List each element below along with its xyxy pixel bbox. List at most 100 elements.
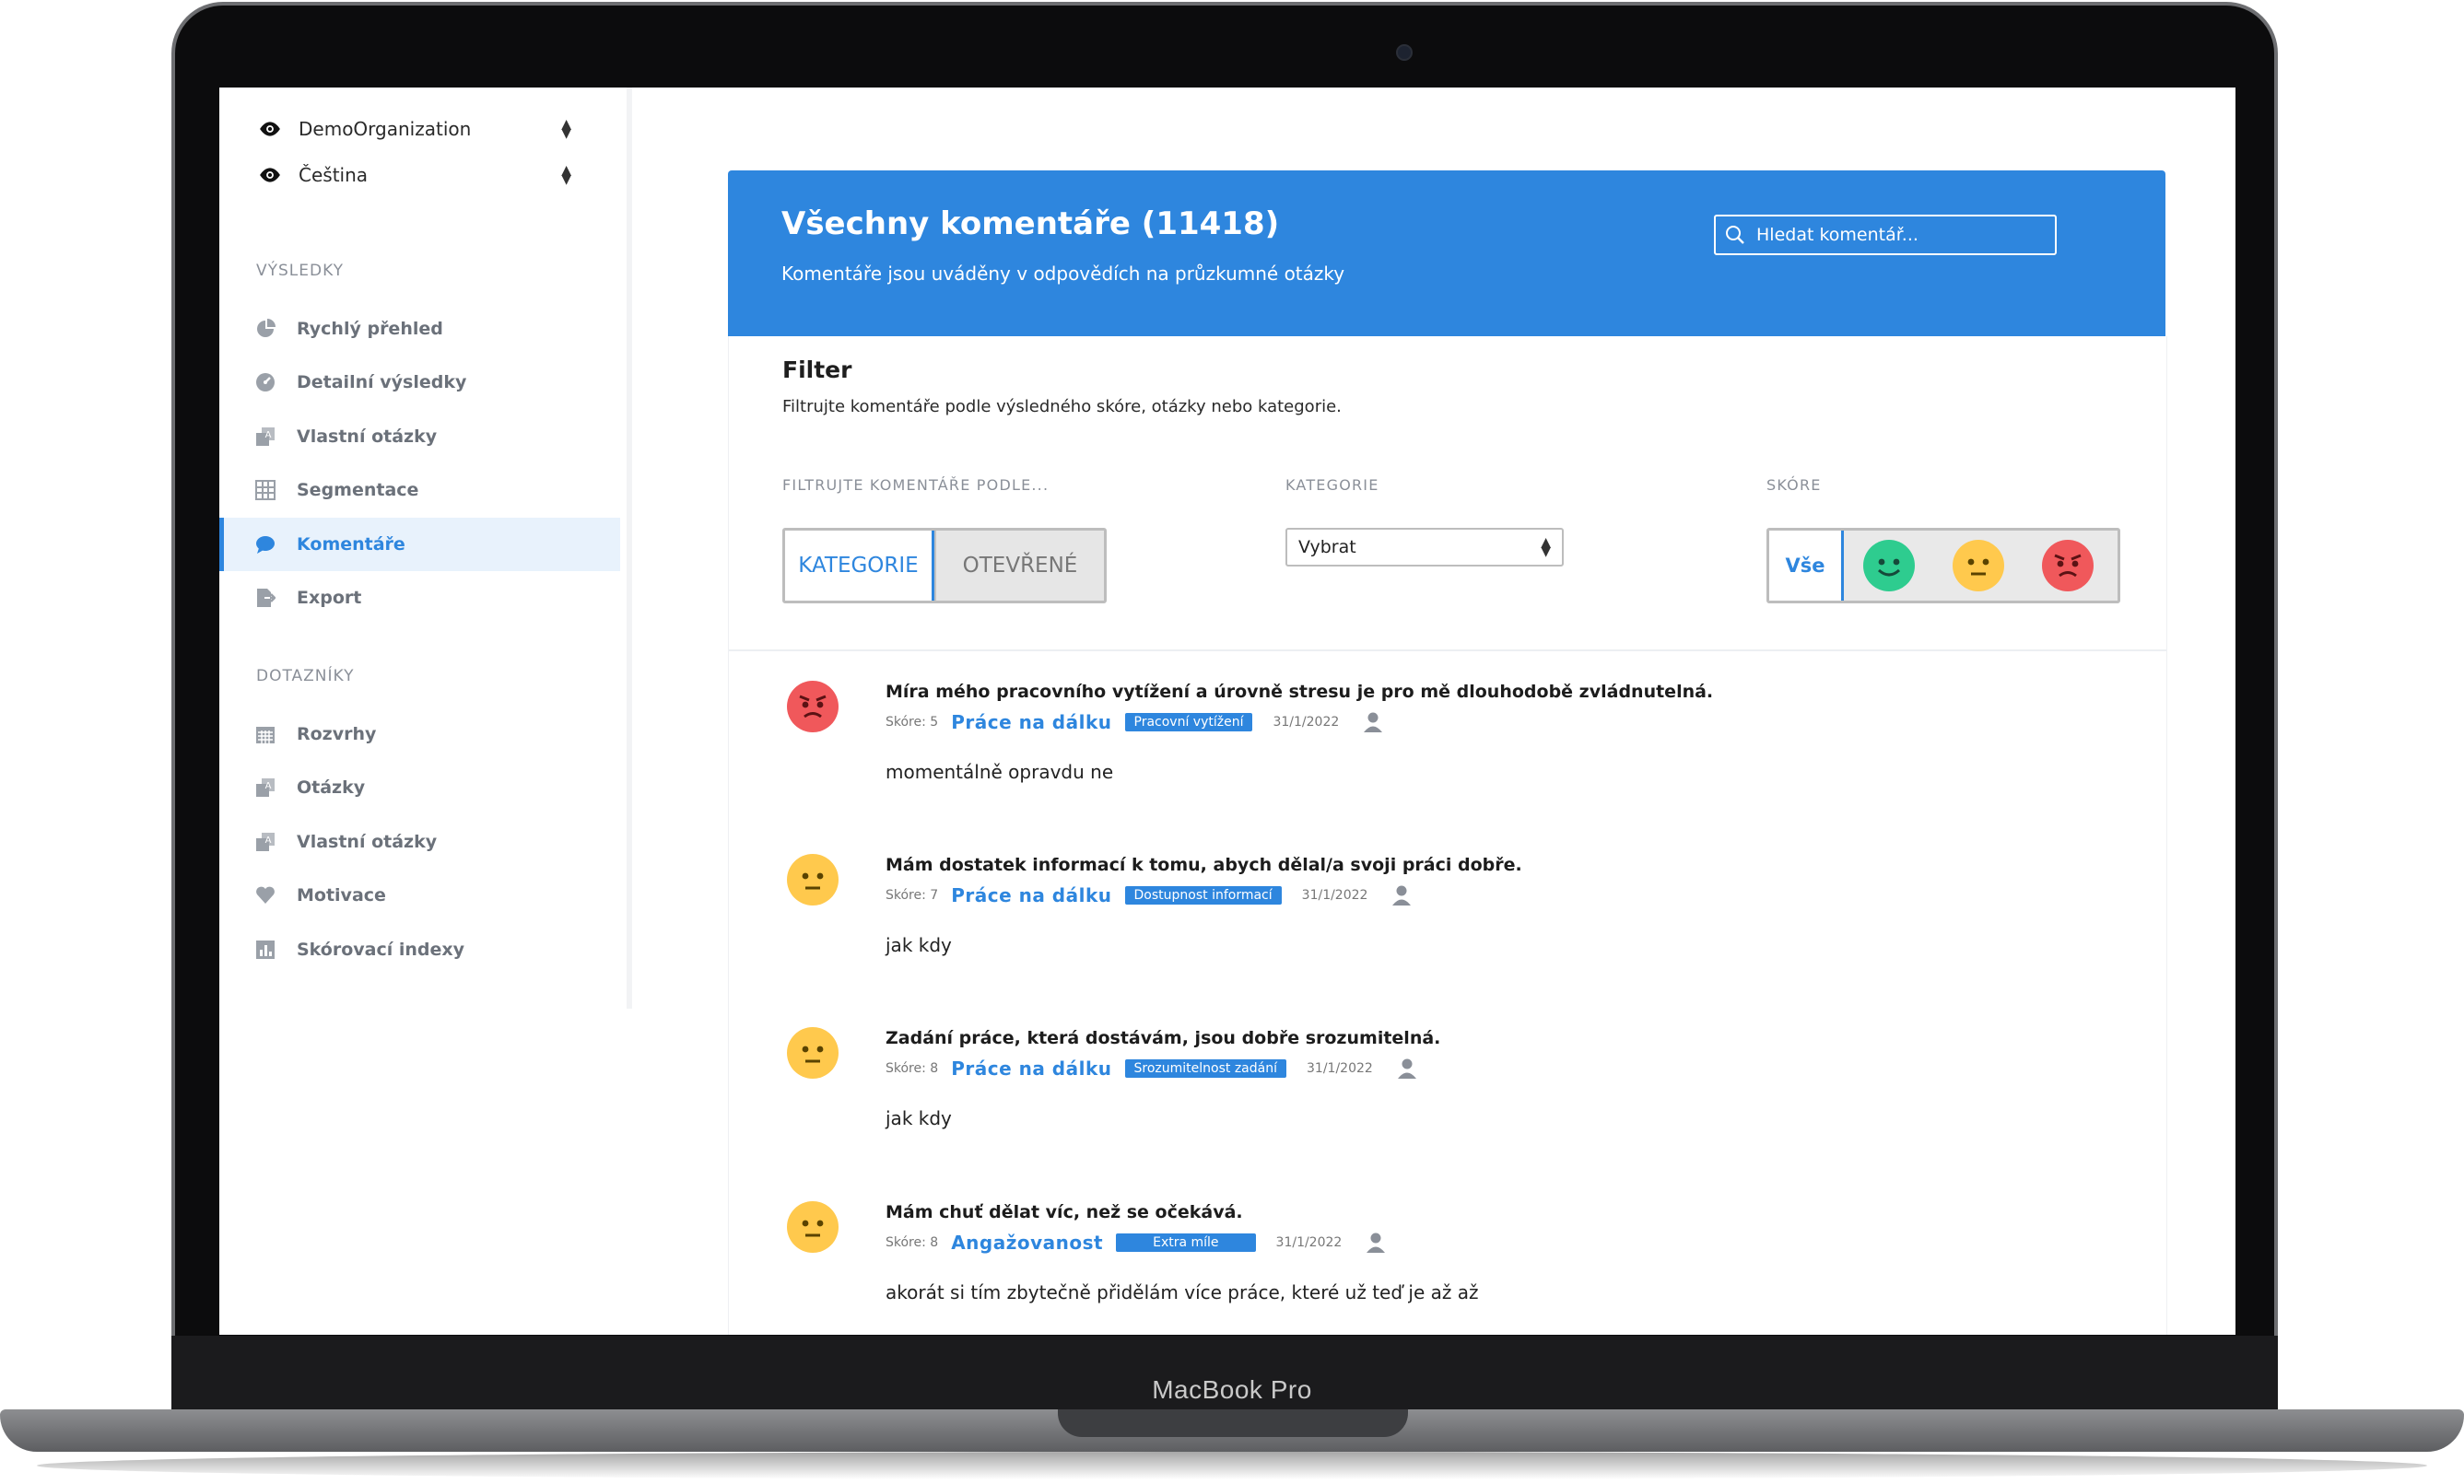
sidebar-item-segmentation[interactable]: Segmentace bbox=[219, 463, 616, 517]
app-screen: DemoOrganization ▲ ▼ Čeština ▲ ▼ VÝSLEDKY … bbox=[219, 88, 2235, 1335]
sidebar-item-schedules[interactable]: Rozvrhy bbox=[219, 707, 616, 761]
laptop-shadow bbox=[37, 1452, 2427, 1479]
category-select-value: Vybrat bbox=[1298, 537, 1356, 557]
gauge-icon bbox=[254, 371, 276, 393]
comment-question: Zadání práce, která dostávám, jsou dobře… bbox=[886, 1028, 1441, 1048]
filter-by-open-button[interactable]: OTEVŘENÉ bbox=[934, 531, 1104, 601]
comment-tag[interactable]: Srozumitelnost zadání bbox=[1124, 1059, 1286, 1078]
page-subtitle: Komentáře jsou uváděny v odpovědích na p… bbox=[781, 263, 1345, 285]
sidebar-item-label: Rychlý přehled bbox=[297, 319, 443, 339]
comment-score: Skóre: 7 bbox=[886, 888, 939, 903]
category-label: KATEGORIE bbox=[1285, 476, 1379, 494]
sidebar-item-export[interactable]: Export bbox=[219, 571, 616, 625]
sidebar-item-label: Detailní výsledky bbox=[297, 372, 467, 392]
comment-tag[interactable]: Pracovní vytížení bbox=[1124, 713, 1253, 731]
sidebar-item-label: Rozvrhy bbox=[297, 724, 377, 744]
org-switcher[interactable]: DemoOrganization ▲ ▼ bbox=[258, 117, 571, 141]
sidebar-item-scoring-indexes[interactable]: Skórovací indexy bbox=[219, 923, 616, 976]
comments-panel: Filter Filtrujte komentáře podle výsledn… bbox=[728, 336, 2167, 1335]
search-input[interactable] bbox=[1754, 224, 2035, 246]
comment-meta: Skóre: 8 Angažovanost Extra míle 31/1/20… bbox=[886, 1232, 1386, 1254]
sidebar-item-quick-overview[interactable]: Rychlý přehled bbox=[219, 302, 616, 356]
comment-question: Míra mého pracovního vytížení a úrovně s… bbox=[886, 682, 1714, 702]
filter-title: Filter bbox=[782, 356, 852, 383]
comment-tag[interactable]: Dostupnost informací bbox=[1124, 886, 1282, 905]
comment-date: 31/1/2022 bbox=[1275, 1235, 1343, 1250]
sidebar-item-label: Export bbox=[297, 588, 362, 608]
heart-icon bbox=[254, 884, 276, 906]
neutral-face-icon bbox=[1952, 540, 2004, 591]
comment-meta: Skóre: 8 Práce na dálku Srozumitelnost z… bbox=[886, 1057, 1417, 1080]
sort-updown-icon: ▲ ▼ bbox=[1541, 535, 1551, 559]
comment-category-link[interactable]: Angažovanost bbox=[951, 1232, 1103, 1254]
export-icon bbox=[254, 587, 276, 609]
page-title: Všechny komentáře (11418) bbox=[781, 205, 1280, 242]
filter-by-category-button[interactable]: KATEGORIE bbox=[785, 531, 934, 601]
sidebar-item-comments[interactable]: Komentáře bbox=[219, 518, 620, 571]
neutral-face-icon bbox=[787, 854, 839, 906]
bar-chart-icon bbox=[254, 939, 276, 961]
score-angry-button[interactable] bbox=[2023, 531, 2112, 601]
svg-text:A: A bbox=[265, 835, 272, 846]
eye-icon bbox=[260, 168, 280, 182]
category-select[interactable]: Vybrat ▲ ▼ bbox=[1285, 528, 1564, 567]
comment-icon bbox=[254, 533, 276, 555]
pie-chart-icon bbox=[254, 318, 276, 340]
sidebar-item-label: Komentáře bbox=[297, 534, 405, 555]
comment-category-link[interactable]: Práce na dálku bbox=[951, 1057, 1111, 1080]
filter-subtitle: Filtrujte komentáře podle výsledného skó… bbox=[782, 397, 1342, 416]
happy-face-icon bbox=[1862, 540, 1915, 591]
language-name: Čeština bbox=[299, 164, 369, 186]
comments-header: Všechny komentáře (11418) Komentáře jsou… bbox=[728, 170, 2165, 336]
sidebar-item-custom-questions-2[interactable]: A Vlastní otázky bbox=[219, 815, 616, 869]
score-neutral-button[interactable] bbox=[1933, 531, 2023, 601]
comment-text: jak kdy bbox=[886, 934, 952, 956]
sidebar-item-custom-questions[interactable]: A Vlastní otázky bbox=[219, 410, 616, 463]
sidebar-item-detailed-results[interactable]: Detailní výsledky bbox=[219, 356, 616, 409]
comment-category-link[interactable]: Práce na dálku bbox=[951, 884, 1111, 906]
sidebar-item-label: Otázky bbox=[297, 777, 366, 798]
neutral-face-icon bbox=[787, 1027, 839, 1079]
sidebar-item-label: Skórovací indexy bbox=[297, 940, 465, 960]
user-icon bbox=[1397, 1058, 1416, 1079]
laptop-notch bbox=[1058, 1409, 1408, 1437]
device-brand-label: MacBook Pro bbox=[1152, 1375, 1312, 1404]
score-happy-button[interactable] bbox=[1844, 531, 1933, 601]
angry-face-icon bbox=[787, 681, 839, 732]
search-icon bbox=[1726, 226, 1744, 244]
comment-score: Skóre: 8 bbox=[886, 1235, 939, 1250]
search-box[interactable] bbox=[1714, 215, 2057, 255]
comment-date: 31/1/2022 bbox=[1301, 888, 1368, 903]
sidebar-item-questions[interactable]: A Otázky bbox=[219, 761, 616, 814]
question-icon: A bbox=[254, 777, 276, 799]
filter-by-label: FILTRUJTE KOMENTÁŘE PODLE... bbox=[782, 476, 1050, 494]
comment-date: 31/1/2022 bbox=[1273, 715, 1340, 730]
section-title-questionnaires: DOTAZNÍKY bbox=[256, 667, 355, 685]
language-switcher[interactable]: Čeština ▲ ▼ bbox=[258, 163, 571, 187]
score-label: SKÓRE bbox=[1766, 476, 1822, 494]
comment-meta: Skóre: 7 Práce na dálku Dostupnost infor… bbox=[886, 884, 1412, 906]
sidebar-item-label: Segmentace bbox=[297, 480, 419, 500]
sidebar-item-label: Vlastní otázky bbox=[297, 832, 438, 852]
comment-meta: Skóre: 5 Práce na dálku Pracovní vytížen… bbox=[886, 711, 1383, 733]
sort-updown-icon: ▲ ▼ bbox=[561, 163, 571, 187]
section-title-results: VÝSLEDKY bbox=[256, 262, 345, 280]
sidebar-item-label: Motivace bbox=[297, 885, 386, 906]
comment-text: akorát si tím zbytečně přidělám více prá… bbox=[886, 1281, 1479, 1303]
score-filter: Vše bbox=[1766, 528, 2120, 603]
camera-icon bbox=[1396, 44, 1413, 61]
angry-face-icon bbox=[2041, 540, 2094, 591]
grid-icon bbox=[254, 479, 276, 501]
comment-category-link[interactable]: Práce na dálku bbox=[951, 711, 1111, 733]
score-all-button[interactable]: Vše bbox=[1769, 531, 1844, 601]
comment-text: momentálně opravdu ne bbox=[886, 761, 1114, 783]
sidebar-item-motivation[interactable]: Motivace bbox=[219, 869, 616, 922]
org-name: DemoOrganization bbox=[299, 118, 472, 140]
calendar-icon bbox=[254, 723, 276, 745]
sort-updown-icon: ▲ ▼ bbox=[561, 117, 571, 141]
user-icon bbox=[1392, 885, 1412, 906]
filter-by-toggle: KATEGORIE OTEVŘENÉ bbox=[782, 528, 1107, 603]
svg-text:A: A bbox=[265, 430, 272, 440]
user-icon bbox=[1367, 1233, 1386, 1253]
comment-tag[interactable]: Extra míle bbox=[1116, 1233, 1256, 1252]
